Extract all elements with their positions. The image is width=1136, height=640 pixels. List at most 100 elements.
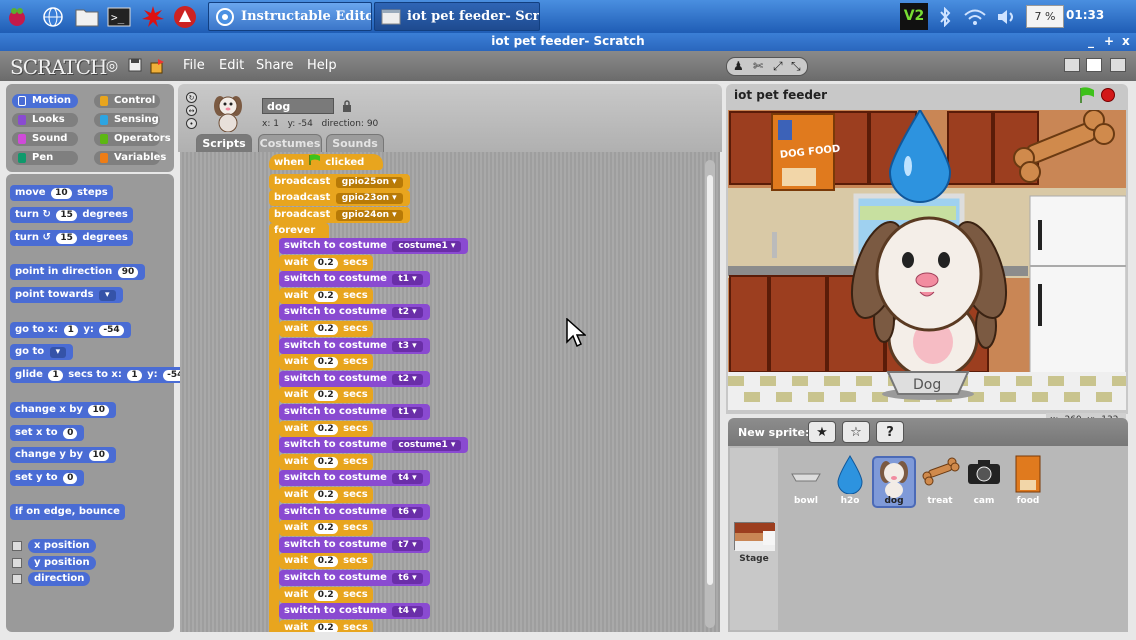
sprite-h2o[interactable]: h2o (828, 454, 872, 506)
grow-tool-icon[interactable]: ⤢ (773, 59, 783, 74)
green-flag-button[interactable] (1078, 87, 1096, 103)
block-switch-to-costume[interactable]: switch to costume t1 ▾ (279, 404, 430, 420)
block-switch-to-costume[interactable]: switch to costume t6 ▾ (279, 504, 430, 520)
costume-dropdown[interactable]: t6 ▾ (392, 573, 423, 584)
stop-button[interactable] (1101, 88, 1115, 102)
costume-dropdown[interactable]: t1 ▾ (392, 407, 423, 418)
reporter-y-position[interactable]: y position (28, 556, 96, 570)
block-point-towards[interactable]: point towards ▾ (10, 287, 123, 303)
block-wait-secs[interactable]: wait 0.2 secs (279, 553, 373, 569)
burst-app-icon[interactable] (140, 4, 166, 30)
block-wait-secs[interactable]: wait 0.2 secs (279, 487, 373, 503)
costume-dropdown[interactable]: costume1 ▾ (392, 440, 462, 451)
block-switch-to-costume[interactable]: switch to costume t7 ▾ (279, 537, 430, 553)
costume-dropdown[interactable]: t1 ▾ (392, 274, 423, 285)
block-move-steps[interactable]: move 10 steps (10, 185, 113, 201)
block-wait-secs[interactable]: wait 0.2 secs (279, 620, 373, 632)
block-switch-to-costume[interactable]: switch to costume t4 ▾ (279, 603, 430, 619)
cut-tool-icon[interactable]: ✄ (753, 59, 763, 73)
category-operators[interactable]: Operators (94, 132, 171, 146)
category-control[interactable]: Control (94, 94, 160, 108)
block-glide[interactable]: glide 1 secs to x: 1 y: -54 (10, 367, 195, 383)
block-wait-secs[interactable]: wait 0.2 secs (279, 255, 373, 271)
no-rotate-button[interactable]: • (186, 118, 197, 129)
category-variables[interactable]: Variables (94, 151, 166, 165)
lock-icon[interactable] (342, 100, 352, 112)
vnc-icon[interactable]: V2 (900, 3, 928, 30)
wifi-icon[interactable] (962, 4, 988, 30)
stage-thumbnail[interactable] (734, 522, 775, 551)
costume-dropdown[interactable]: t6 ▾ (392, 507, 423, 518)
presentation-mode-button[interactable] (1110, 58, 1126, 72)
block-when-flag-clicked[interactable]: when clicked (269, 154, 383, 170)
category-looks[interactable]: Looks (12, 113, 78, 127)
block-go-to-xy[interactable]: go to x: 1 y: -54 (10, 322, 131, 338)
wolfram-icon[interactable] (172, 4, 198, 30)
duplicate-tool-icon[interactable]: ♟ (733, 59, 744, 73)
shrink-tool-icon[interactable]: ⤡ (791, 59, 801, 74)
block-switch-to-costume[interactable]: switch to costume t2 ▾ (279, 371, 430, 387)
sprite-cam[interactable]: cam (962, 454, 1006, 506)
block-forever[interactable]: forever (269, 223, 329, 239)
rotate-all-around-button[interactable]: ↻ (186, 92, 197, 103)
bluetooth-icon[interactable] (932, 4, 958, 30)
block-set-y[interactable]: set y to 0 (10, 470, 85, 486)
category-sound[interactable]: Sound (12, 132, 78, 146)
block-wait-secs[interactable]: wait 0.2 secs (279, 421, 373, 437)
block-wait-secs[interactable]: wait 0.2 secs (279, 520, 373, 536)
normal-stage-button[interactable] (1086, 58, 1102, 72)
paint-new-sprite-button[interactable]: ★ (808, 421, 836, 443)
share-icon[interactable] (150, 58, 166, 74)
close-button[interactable]: x (1122, 34, 1130, 48)
block-broadcast[interactable]: broadcast gpio25on ▾ (269, 174, 410, 190)
block-turn-clockwise[interactable]: turn ↻ 15 degrees (10, 207, 133, 223)
costume-dropdown[interactable]: t3 ▾ (392, 341, 423, 352)
costume-dropdown[interactable]: costume1 ▾ (392, 241, 462, 252)
menu-edit[interactable]: Edit (219, 58, 244, 73)
reporter-direction[interactable]: direction (28, 572, 91, 586)
save-disk-icon[interactable] (127, 58, 143, 74)
block-switch-to-costume[interactable]: switch to costume t6 ▾ (279, 570, 430, 586)
choose-sprite-from-file-button[interactable]: ☆ (842, 421, 870, 443)
sprite-dog[interactable]: dog (872, 456, 916, 508)
block-switch-to-costume[interactable]: switch to costume t4 ▾ (279, 470, 430, 486)
go-to-dropdown[interactable]: ▾ (49, 347, 67, 358)
category-pen[interactable]: Pen (12, 151, 78, 165)
point-towards-dropdown[interactable]: ▾ (99, 290, 116, 301)
costume-dropdown[interactable]: t7 ▾ (392, 540, 423, 551)
block-switch-to-costume[interactable]: switch to costume t3 ▾ (279, 338, 430, 354)
block-wait-secs[interactable]: wait 0.2 secs (279, 321, 373, 337)
direction-checkbox[interactable] (12, 574, 22, 584)
category-motion[interactable]: Motion (12, 94, 78, 108)
menu-help[interactable]: Help (307, 58, 337, 73)
block-point-in-direction[interactable]: point in direction 90 (10, 264, 146, 280)
block-wait-secs[interactable]: wait 0.2 secs (279, 454, 373, 470)
tab-sounds[interactable]: Sounds (326, 134, 384, 152)
block-wait-secs[interactable]: wait 0.2 secs (279, 587, 373, 603)
small-stage-button[interactable] (1064, 58, 1080, 72)
maximize-button[interactable]: + (1104, 34, 1114, 48)
minimize-button[interactable]: _ (1088, 34, 1094, 48)
reporter-x-position[interactable]: x position (28, 539, 96, 553)
task-instructable-editor[interactable]: Instructable Edito... (208, 2, 372, 31)
broadcast-dropdown[interactable]: gpio25on ▾ (335, 177, 403, 188)
sprite-food[interactable]: food (1006, 454, 1050, 506)
block-broadcast[interactable]: broadcast gpio24on ▾ (269, 207, 410, 223)
block-turn-counterclockwise[interactable]: turn ↺ 15 degrees (10, 230, 133, 246)
script-area[interactable]: when clicked broadcast gpio25on ▾ broadc… (180, 152, 720, 632)
block-wait-secs[interactable]: wait 0.2 secs (279, 387, 373, 403)
y-position-checkbox[interactable] (12, 558, 22, 568)
surprise-sprite-button[interactable]: ? (876, 421, 904, 443)
sprite-bowl[interactable]: bowl (784, 454, 828, 506)
block-switch-to-costume[interactable]: switch to costume costume1 ▾ (279, 238, 469, 254)
block-go-to[interactable]: go to ▾ (10, 344, 74, 360)
category-sensing[interactable]: Sensing (94, 113, 160, 127)
menu-share[interactable]: Share (256, 58, 294, 73)
globe-browser-icon[interactable] (40, 4, 66, 30)
task-iot-pet-feeder[interactable]: iot pet feeder- Scr... (374, 2, 540, 31)
block-set-x[interactable]: set x to 0 (10, 425, 85, 441)
broadcast-dropdown[interactable]: gpio24on ▾ (335, 210, 403, 221)
volume-icon[interactable] (994, 4, 1020, 30)
menu-file[interactable]: File (183, 58, 205, 73)
language-globe-icon[interactable]: ◎ (104, 58, 120, 74)
